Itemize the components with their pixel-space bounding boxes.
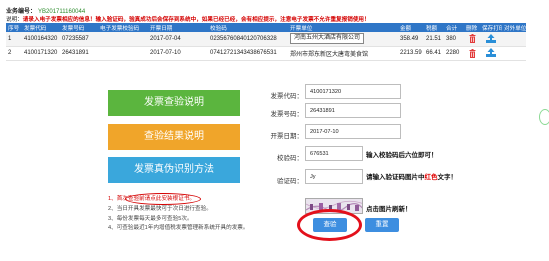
tip-next-day: 2、当日开具发票最快可于次日进行查验。 [108,206,212,212]
col-tax: 税额 [424,23,444,32]
cell-delete [464,32,480,47]
captcha-input[interactable] [305,169,363,184]
col-code: 发票代码 [22,23,60,32]
trash-icon[interactable] [469,34,476,44]
check-code-hint: 输入校验码后六位即可！ [366,152,438,159]
trash-icon[interactable] [469,48,476,58]
issuer-box: 河南五州大酒店有限公司 [290,33,365,45]
cell-external [502,46,526,61]
col-external: 对外单位 [502,23,526,32]
cell-code: 4100171320 [22,46,60,61]
col-verify: 校验码 [208,23,288,32]
cell-verify: 02356760840120706328 [208,32,288,47]
col-save-print: 保存打印 [480,23,502,32]
check-code-label: 校验码： [277,155,303,162]
invoice-number-label: 发票号码： [270,111,304,118]
tip-one-year: 4、可查验最近1年内增值税发票管理新系统开具的发票。 [108,225,249,231]
tip-max-times: 3、每份发票每天最多可查验5次。 [108,216,193,222]
col-index: 序号 [6,23,22,32]
cell-save-print [480,32,502,47]
cell-number: 07235587 [60,32,98,47]
upload-icon[interactable] [485,33,497,44]
cell-date: 2017-07-10 [148,46,208,61]
captcha-label: 验证码： [277,178,303,185]
table-row[interactable]: 1 4100164320 07235587 2017-07-04 0235676… [6,32,526,47]
captcha-hint: 请输入验证码图片中红色文字！ [366,171,457,181]
cell-issuer: 河南五州大酒店有限公司 [288,32,398,47]
invoice-date-label: 开票日期： [270,133,304,140]
cell-save-print [480,46,502,61]
cell-index: 1 [6,32,22,47]
cell-issuer: 郑州市郑东新区大唐弯美食馆 [288,46,398,61]
cell-tax: 66.41 [424,46,444,61]
highlight-oval [125,193,201,205]
col-date: 开票日期 [148,23,208,32]
col-amount: 金额 [398,23,424,32]
query-result-help-button[interactable]: 查验结果说明 [108,124,240,150]
col-issuer: 开票单位 [288,23,398,32]
cell-amount: 2213.59 [398,46,424,61]
reset-button[interactable]: 重置 [365,218,399,232]
table-row[interactable]: 2 4100171320 26431891 2017-07-10 0741272… [6,46,526,61]
check-code-input[interactable] [305,146,363,161]
col-total: 合计 [444,23,464,32]
highlight-circle [297,209,362,241]
cell-total: 380 [444,32,464,47]
invoice-number-input[interactable] [305,103,401,118]
stamp-mark [539,109,549,125]
cell-total: 2280 [444,46,464,61]
captcha-hint-prefix: 请输入验证码图片中 [366,174,425,181]
invoice-code-input[interactable] [305,84,401,99]
cell-tax: 21.51 [424,32,444,47]
cell-code: 4100164320 [22,32,60,47]
col-delete: 删除 [464,23,480,32]
invoice-date-input[interactable] [305,124,401,139]
invoice-query-help-button[interactable]: 发票查验说明 [108,90,240,116]
upload-icon[interactable] [485,48,497,58]
cell-external [502,32,526,47]
cell-index: 2 [6,46,22,61]
col-number: 发票号码 [60,23,98,32]
cell-amount: 358.49 [398,32,424,47]
refresh-hint: 点击图片刷新！ [366,206,412,213]
cell-verify: 07412721343438676531 [208,46,288,61]
captcha-hint-suffix: 文字！ [437,174,458,181]
fake-invoice-help-button[interactable]: 发票真伪识别方法 [108,157,240,183]
cell-einvoice-check [98,32,148,47]
cell-einvoice-check [98,46,148,61]
captcha-hint-red: 红色 [424,174,438,181]
invoice-table: 序号 发票代码 发票号码 电子发票校验码 开票日期 校验码 开票单位 金额 税额… [6,23,526,61]
cell-number: 26431891 [60,46,98,61]
cell-date: 2017-07-04 [148,32,208,47]
cell-delete [464,46,480,61]
invoice-code-label: 发票代码： [270,93,304,100]
table-header: 序号 发票代码 发票号码 电子发票校验码 开票日期 校验码 开票单位 金额 税额… [6,23,526,32]
col-einvoice-check: 电子发票校验码 [98,23,148,32]
business-number: 业务编号： YB201711160044 [6,6,85,15]
notice: 说明：请录入电子发票相应的信息！输入验证码，验真成功后会保存到系统中，如果已经已… [6,15,370,23]
